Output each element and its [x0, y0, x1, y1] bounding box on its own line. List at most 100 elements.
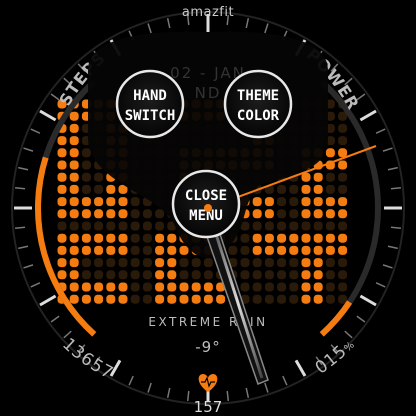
- theme-color-button[interactable]: THEME COLOR: [223, 69, 293, 139]
- matrix-dot: [289, 270, 299, 280]
- matrix-dot: [338, 123, 348, 133]
- theme-color-label-2: COLOR: [237, 108, 280, 124]
- matrix-dot: [57, 258, 67, 268]
- matrix-dot: [167, 258, 177, 268]
- brand-logo: amazfit: [182, 5, 234, 20]
- matrix-dot: [106, 270, 116, 280]
- close-menu-button[interactable]: CLOSE MENU: [171, 169, 241, 239]
- heart-rate-value: 157: [194, 398, 223, 416]
- matrix-dot: [313, 209, 323, 219]
- matrix-dot: [264, 233, 274, 243]
- matrix-dot: [106, 233, 116, 243]
- matrix-dot: [338, 209, 348, 219]
- matrix-dot: [203, 282, 213, 292]
- matrix-dot: [289, 282, 299, 292]
- matrix-dot: [264, 221, 274, 231]
- close-menu-label-1: CLOSE: [185, 188, 227, 204]
- matrix-dot: [118, 245, 128, 255]
- matrix-dot: [94, 233, 104, 243]
- matrix-dot: [277, 197, 287, 207]
- hand-switch-label-2: SWITCH: [125, 108, 176, 124]
- matrix-dot: [69, 209, 79, 219]
- minute-tick: [186, 390, 190, 402]
- matrix-dot: [69, 136, 79, 146]
- matrix-dot: [155, 209, 165, 219]
- matrix-dot: [277, 221, 287, 231]
- matrix-dot: [81, 172, 91, 182]
- matrix-dot: [338, 136, 348, 146]
- matrix-dot: [264, 270, 274, 280]
- matrix-dot: [106, 209, 116, 219]
- matrix-dot: [57, 160, 67, 170]
- matrix-dot: [277, 282, 287, 292]
- matrix-dot: [325, 245, 335, 255]
- matrix-dot: [142, 233, 152, 243]
- matrix-dot: [277, 270, 287, 280]
- matrix-dot: [203, 258, 213, 268]
- matrix-dot: [106, 184, 116, 194]
- matrix-dot: [106, 245, 116, 255]
- matrix-dot: [94, 270, 104, 280]
- matrix-dot: [142, 282, 152, 292]
- matrix-dot: [130, 294, 140, 304]
- matrix-dot: [155, 258, 165, 268]
- matrix-dot: [81, 148, 91, 158]
- matrix-dot: [252, 233, 262, 243]
- matrix-dot: [69, 197, 79, 207]
- matrix-dot: [252, 209, 262, 219]
- matrix-dot: [57, 209, 67, 219]
- matrix-dot: [191, 294, 201, 304]
- matrix-dot: [191, 258, 201, 268]
- matrix-dot: [325, 148, 335, 158]
- matrix-dot: [142, 294, 152, 304]
- matrix-dot: [325, 294, 335, 304]
- matrix-dot: [179, 282, 189, 292]
- matrix-dot: [142, 270, 152, 280]
- matrix-dot: [338, 184, 348, 194]
- matrix-dot: [301, 197, 311, 207]
- matrix-dot: [118, 209, 128, 219]
- matrix-dot: [338, 245, 348, 255]
- matrix-dot: [57, 221, 67, 231]
- matrix-dot: [118, 233, 128, 243]
- hand-switch-button[interactable]: HAND SWITCH: [115, 69, 185, 139]
- matrix-dot: [289, 233, 299, 243]
- matrix-dot: [325, 209, 335, 219]
- matrix-dot: [203, 270, 213, 280]
- matrix-dot: [325, 270, 335, 280]
- matrix-dot: [155, 294, 165, 304]
- matrix-dot: [57, 245, 67, 255]
- matrix-dot: [313, 294, 323, 304]
- matrix-dot: [167, 245, 177, 255]
- matrix-dot: [252, 282, 262, 292]
- matrix-dot: [338, 233, 348, 243]
- matrix-dot: [142, 209, 152, 219]
- matrix-dot: [252, 258, 262, 268]
- matrix-dot: [338, 172, 348, 182]
- matrix-dot: [69, 184, 79, 194]
- matrix-dot: [69, 148, 79, 158]
- matrix-dot: [240, 270, 250, 280]
- matrix-dot: [179, 245, 189, 255]
- matrix-dot: [57, 197, 67, 207]
- matrix-dot: [301, 245, 311, 255]
- matrix-dot: [313, 245, 323, 255]
- matrix-dot: [130, 233, 140, 243]
- matrix-dot: [118, 258, 128, 268]
- matrix-dot: [240, 258, 250, 268]
- matrix-dot: [94, 245, 104, 255]
- matrix-dot: [155, 233, 165, 243]
- matrix-dot: [338, 258, 348, 268]
- matrix-dot: [216, 294, 226, 304]
- matrix-dot: [338, 270, 348, 280]
- watch-face: STEPS POWER 13657 015% amazfit EXTREME R…: [0, 0, 416, 416]
- matrix-dot: [325, 282, 335, 292]
- matrix-dot: [191, 270, 201, 280]
- matrix-dot: [264, 282, 274, 292]
- matrix-dot: [240, 245, 250, 255]
- matrix-dot: [69, 123, 79, 133]
- matrix-dot: [313, 282, 323, 292]
- matrix-dot: [155, 270, 165, 280]
- matrix-dot: [57, 233, 67, 243]
- matrix-dot: [57, 184, 67, 194]
